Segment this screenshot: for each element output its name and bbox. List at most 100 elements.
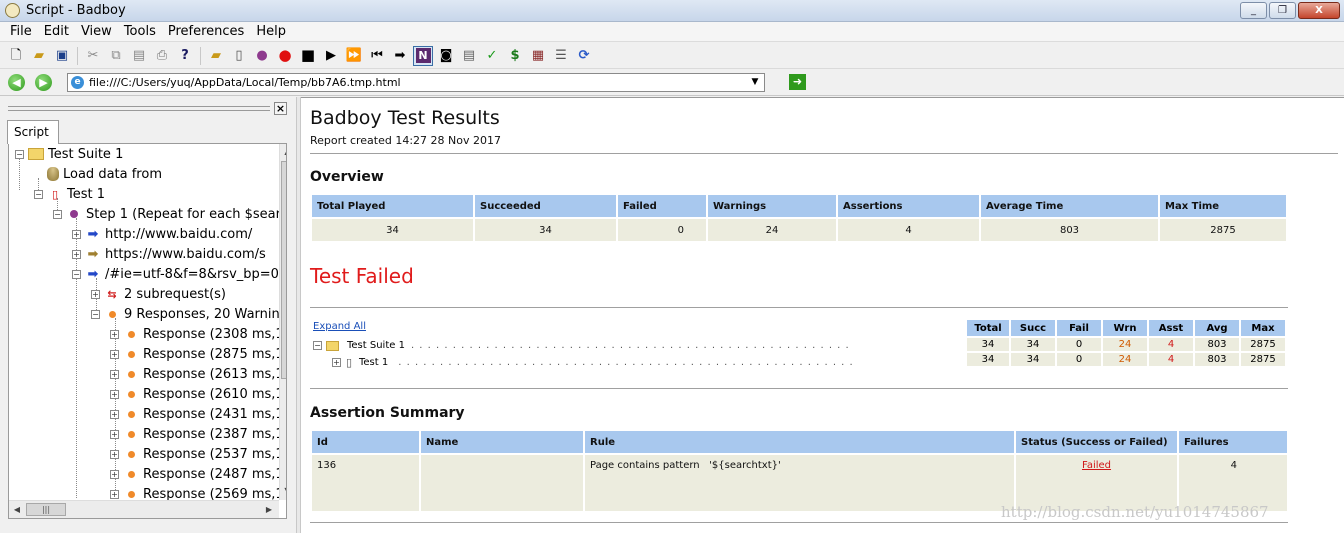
suite-row[interactable]: + ▯ Test 1 . . . . . . . . . . . . . . .… (332, 355, 854, 369)
table-cell: 0 (1057, 353, 1101, 366)
table-cell: 0 (618, 219, 706, 241)
collapse-icon[interactable]: − (313, 341, 322, 350)
cut-icon[interactable]: ✂ (83, 46, 103, 66)
tree-item[interactable]: + ➡ http://www.baidu.com/ (72, 224, 252, 244)
open-folder-icon[interactable]: ▰ (29, 46, 49, 66)
new-icon[interactable]: 🗋 (6, 46, 26, 66)
menu-file[interactable]: File (4, 24, 38, 39)
close-button[interactable]: X (1298, 2, 1340, 19)
menu-edit[interactable]: Edit (38, 24, 75, 39)
expand-icon[interactable]: + (110, 369, 119, 379)
collapse-icon[interactable]: − (72, 269, 81, 279)
paste-icon[interactable]: ▤ (129, 46, 149, 66)
expand-icon[interactable]: + (110, 429, 119, 439)
tree-item[interactable]: + Response (2308 ms,1 (110, 324, 284, 344)
hierarchy-icon[interactable]: ☰ (551, 46, 571, 66)
go-arrow-icon[interactable]: ➜ (789, 74, 806, 90)
collapse-icon[interactable]: − (15, 149, 24, 159)
scrollbar-thumb[interactable] (281, 161, 286, 379)
close-icon[interactable]: × (274, 102, 287, 115)
tree-item-label: Response (2613 ms,1 (143, 366, 284, 382)
assertion-summary-heading: Assertion Summary (310, 405, 465, 421)
print-icon[interactable]: ⎙ (152, 46, 172, 66)
stop-icon[interactable]: ■ (298, 46, 318, 66)
tree-horizontal-scrollbar[interactable]: ◀ ||| ▶ (9, 500, 279, 518)
play-all-icon[interactable]: ⏩ (344, 46, 364, 66)
divider (310, 522, 1288, 523)
menu-help[interactable]: Help (250, 24, 292, 39)
navigate-icon[interactable]: ➡ (390, 46, 410, 66)
failed-status-link[interactable]: Failed (1082, 460, 1111, 471)
scroll-down-icon[interactable]: ▼ (281, 484, 286, 498)
n-mode-icon[interactable]: N (413, 45, 433, 66)
tree-item[interactable]: + Response (2613 ms,1 (110, 364, 284, 384)
url-input[interactable] (89, 75, 739, 90)
add-step-icon[interactable]: ● (252, 46, 272, 66)
checkmark-icon[interactable]: ✓ (482, 46, 502, 66)
menu-view[interactable]: View (75, 24, 118, 39)
expand-icon[interactable]: + (110, 489, 119, 499)
document-icon[interactable]: ▤ (459, 46, 479, 66)
tree-item[interactable]: + ➡ https://www.baidu.com/s (72, 244, 266, 264)
expand-icon[interactable]: + (332, 357, 341, 367)
save-icon[interactable]: ▣ (52, 46, 72, 66)
camera-icon[interactable]: ◙ (436, 46, 456, 66)
expand-icon[interactable]: + (72, 229, 81, 239)
collapse-icon[interactable]: − (91, 309, 100, 319)
watermark: http://blog.csdn.net/yu1014745867 (1001, 503, 1269, 521)
response-icon (123, 347, 139, 361)
minimize-button[interactable]: _ (1240, 2, 1267, 19)
expand-icon[interactable]: + (72, 249, 81, 259)
record-icon[interactable]: ● (275, 46, 295, 66)
rewind-icon[interactable]: ⏮ (367, 46, 387, 66)
panel-grip[interactable] (8, 106, 270, 111)
expand-icon[interactable]: + (110, 349, 119, 359)
scroll-up-icon[interactable]: ▲ (281, 145, 286, 159)
tree-item[interactable]: + Response (2431 ms,1 (110, 404, 284, 424)
tree-item[interactable]: + Response (2487 ms,1 (110, 464, 284, 484)
tree-vertical-scrollbar[interactable]: ▲ ▼ (279, 144, 286, 500)
tree-item[interactable]: + Response (2875 ms,1 (110, 344, 284, 364)
back-arrow-icon[interactable]: ◀ (8, 74, 25, 91)
expand-all-link[interactable]: Expand All (313, 321, 366, 332)
expand-icon[interactable]: + (110, 449, 119, 459)
tree-item[interactable]: − 9 Responses, 20 Warnin (91, 304, 280, 324)
tree-item[interactable]: + Response (2610 ms,1 (110, 384, 284, 404)
restore-button[interactable]: ❐ (1269, 2, 1296, 19)
tree-item[interactable]: − Test Suite 1 (15, 144, 123, 164)
collapse-icon[interactable]: − (53, 209, 62, 219)
add-suite-icon[interactable]: ▰ (206, 46, 226, 66)
expand-icon[interactable]: + (110, 409, 119, 419)
tab-script[interactable]: Script (7, 120, 59, 144)
scroll-left-icon[interactable]: ◀ (10, 503, 24, 516)
tree-item[interactable]: − ➡ /#ie=utf-8&f=8&rsv_bp=08 (72, 264, 286, 284)
expand-icon[interactable]: + (110, 329, 119, 339)
scrollbar-thumb[interactable]: ||| (26, 503, 66, 516)
tree-item[interactable]: + Response (2537 ms,1 (110, 444, 284, 464)
variable-dollar-icon[interactable]: $ (505, 46, 525, 66)
suite-row[interactable]: − Test Suite 1 . . . . . . . . . . . . .… (313, 340, 850, 351)
tree-item[interactable]: − ▯ Test 1 (34, 184, 105, 204)
tree-item[interactable]: − Step 1 (Repeat for each $searc (53, 204, 287, 224)
expand-icon[interactable]: + (91, 289, 100, 299)
menu-tools[interactable]: Tools (118, 24, 162, 39)
tree-item[interactable]: + ⇆ 2 subrequest(s) (91, 284, 226, 304)
scroll-right-icon[interactable]: ▶ (262, 503, 276, 516)
tree-item[interactable]: Load data from (47, 164, 162, 184)
test-icon: ▯ (51, 187, 59, 201)
menu-preferences[interactable]: Preferences (162, 24, 250, 39)
help-icon[interactable]: ? (175, 46, 195, 66)
refresh-icon[interactable]: ⟳ (574, 46, 594, 66)
tree-item-label: 2 subrequest(s) (124, 286, 227, 302)
expand-icon[interactable]: + (110, 469, 119, 479)
collapse-icon[interactable]: − (34, 189, 43, 199)
play-icon[interactable]: ▶ (321, 46, 341, 66)
forward-arrow-icon[interactable]: ▶ (35, 74, 52, 91)
expand-icon[interactable]: + (110, 389, 119, 399)
add-test-icon[interactable]: ▯ (229, 46, 249, 66)
tree-item[interactable]: + Response (2387 ms,1 (110, 424, 284, 444)
grid-icon[interactable]: ▦ (528, 46, 548, 66)
chevron-down-icon[interactable]: ▼ (748, 75, 762, 90)
tree-item-label: Step 1 (Repeat for each $searc (86, 206, 287, 222)
copy-icon[interactable]: ⧉ (106, 46, 126, 66)
